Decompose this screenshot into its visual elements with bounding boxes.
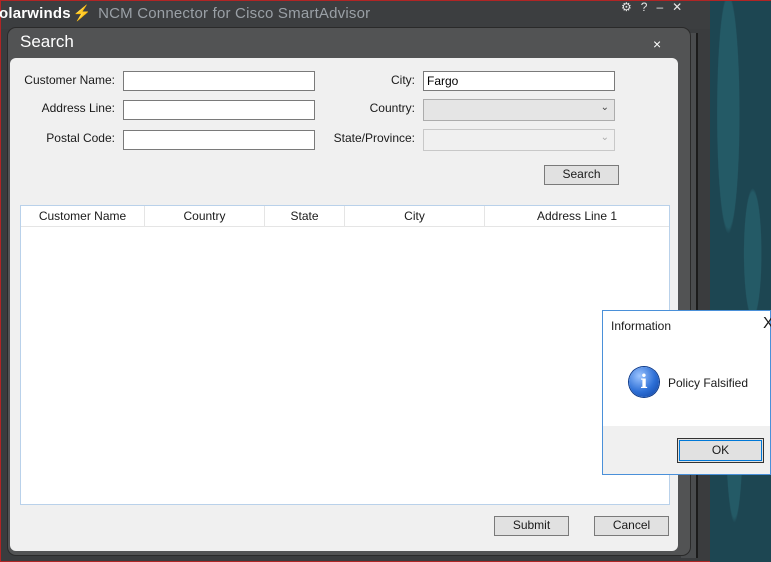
app-titlebar: olarwinds ⚡ NCM Connector for Cisco Smart… [0, 1, 710, 29]
chevron-down-icon: ⌄ [600, 102, 609, 113]
message-text: Policy Falsified [668, 376, 749, 390]
help-icon[interactable]: ? [641, 1, 648, 15]
dialog-title: Search [20, 32, 74, 51]
brand-flame-icon: ⚡ [72, 5, 92, 22]
address-line-label: Address Line: [41, 101, 115, 115]
column-header-address-line-1[interactable]: Address Line 1 [485, 206, 669, 226]
country-label: Country: [369, 101, 415, 115]
results-grid[interactable]: Customer Name Country State City Address… [20, 205, 670, 505]
minimize-icon[interactable]: – [656, 1, 663, 15]
city-input[interactable] [423, 71, 615, 91]
ok-button[interactable]: OK [677, 438, 764, 463]
message-box-title: Information [611, 319, 672, 333]
cancel-button[interactable]: Cancel [594, 516, 669, 536]
brand-name: olarwinds [0, 5, 71, 22]
grid-header: Customer Name Country State City Address… [21, 206, 669, 227]
customer-name-input[interactable] [123, 71, 315, 91]
info-icon: i [629, 367, 659, 397]
message-box-footer: OK [603, 426, 770, 474]
background-teal-pattern [710, 1, 771, 562]
country-select[interactable]: ⌄ [423, 99, 615, 121]
close-icon[interactable]: ✕ [672, 1, 682, 15]
address-line-input[interactable] [123, 100, 315, 120]
customer-name-label: Customer Name: [24, 73, 115, 87]
search-form-panel: Customer Name: Address Line: Postal Code… [10, 58, 678, 551]
dialog-close-icon[interactable]: × [653, 36, 661, 52]
app-title: olarwinds ⚡ NCM Connector for Cisco Smart… [0, 4, 370, 22]
chevron-down-icon: ⌄ [600, 132, 609, 143]
column-header-customer-name[interactable]: Customer Name [21, 206, 145, 226]
postal-code-input[interactable] [123, 130, 315, 150]
information-message-box: Information X i Policy Falsified OK [602, 310, 771, 475]
column-header-state[interactable]: State [265, 206, 345, 226]
state-province-select: ⌄ [423, 129, 615, 151]
state-province-label: State/Province: [333, 131, 415, 145]
app-title-text: NCM Connector for Cisco SmartAdvisor [98, 5, 371, 22]
search-dialog: Search × Customer Name: Address Line: Po… [8, 28, 690, 555]
message-box-close-icon[interactable]: X [763, 315, 771, 333]
window-controls: ⚙ ? – ✕ [621, 1, 682, 15]
search-button[interactable]: Search [544, 165, 619, 185]
column-header-city[interactable]: City [345, 206, 485, 226]
postal-code-label: Postal Code: [46, 131, 115, 145]
gear-icon[interactable]: ⚙ [621, 1, 632, 15]
submit-button[interactable]: Submit [494, 516, 569, 536]
column-header-country[interactable]: Country [145, 206, 265, 226]
city-label: City: [391, 73, 415, 87]
